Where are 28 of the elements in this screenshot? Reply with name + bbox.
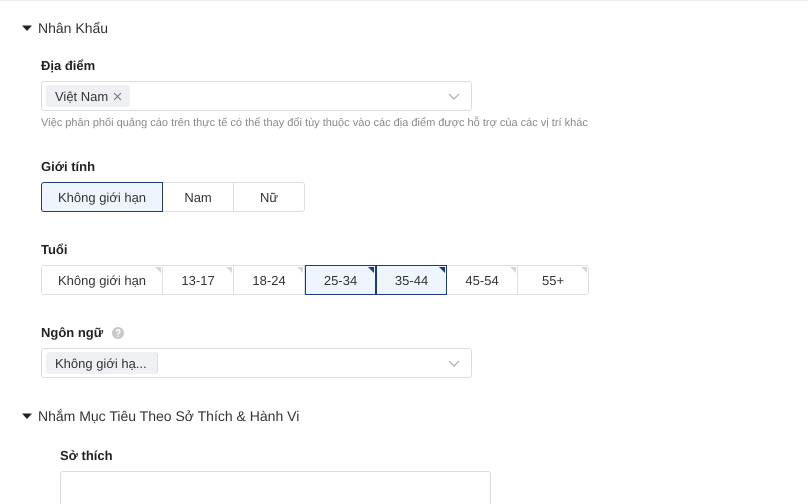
chevron-down-icon — [448, 360, 460, 367]
option-button[interactable]: Nữ — [234, 182, 306, 212]
caret-icon[interactable] — [22, 23, 32, 33]
tag-label: Không giới hạ... — [55, 356, 147, 370]
select-field[interactable] — [60, 471, 491, 504]
option-button[interactable]: 25-34 — [305, 265, 376, 295]
tag-label: Việt Nam — [55, 88, 108, 104]
field-label: Giới tính — [41, 159, 96, 174]
chevron-down-icon — [448, 93, 460, 100]
section-title[interactable]: Nhân Khẩu — [38, 20, 108, 36]
field-label: Tuổi — [41, 242, 68, 257]
option-button[interactable]: 45-54 — [447, 265, 518, 295]
option-button[interactable]: 55+ — [518, 265, 590, 295]
caret-icon[interactable] — [22, 411, 32, 421]
option-button[interactable]: Không giới hạn — [41, 265, 164, 295]
option-button[interactable]: 35-44 — [376, 265, 448, 295]
option-button[interactable]: Nam — [163, 182, 234, 212]
field-label: Ngôn ngữ — [41, 325, 104, 340]
select-field[interactable]: Không giới hạ... — [41, 348, 472, 378]
option-button[interactable]: 18-24 — [234, 265, 306, 295]
section-title[interactable]: Nhắm Mục Tiêu Theo Sở Thích & Hành Vi — [38, 408, 300, 424]
option-button[interactable]: 13-17 — [163, 265, 234, 295]
help-text: Việc phân phối quảng cáo trên thực tế có thể thay đổi tùy thuộc vào các địa điểm được hỗ trợ của các vị trí khác — [41, 117, 589, 129]
option-button[interactable]: Không giới hạn — [41, 182, 164, 212]
close-icon[interactable] — [113, 92, 122, 100]
field-label: Địa điểm — [41, 58, 96, 73]
field-label: Sở thích — [60, 448, 113, 463]
select-field[interactable]: Việt Nam — [41, 81, 472, 111]
